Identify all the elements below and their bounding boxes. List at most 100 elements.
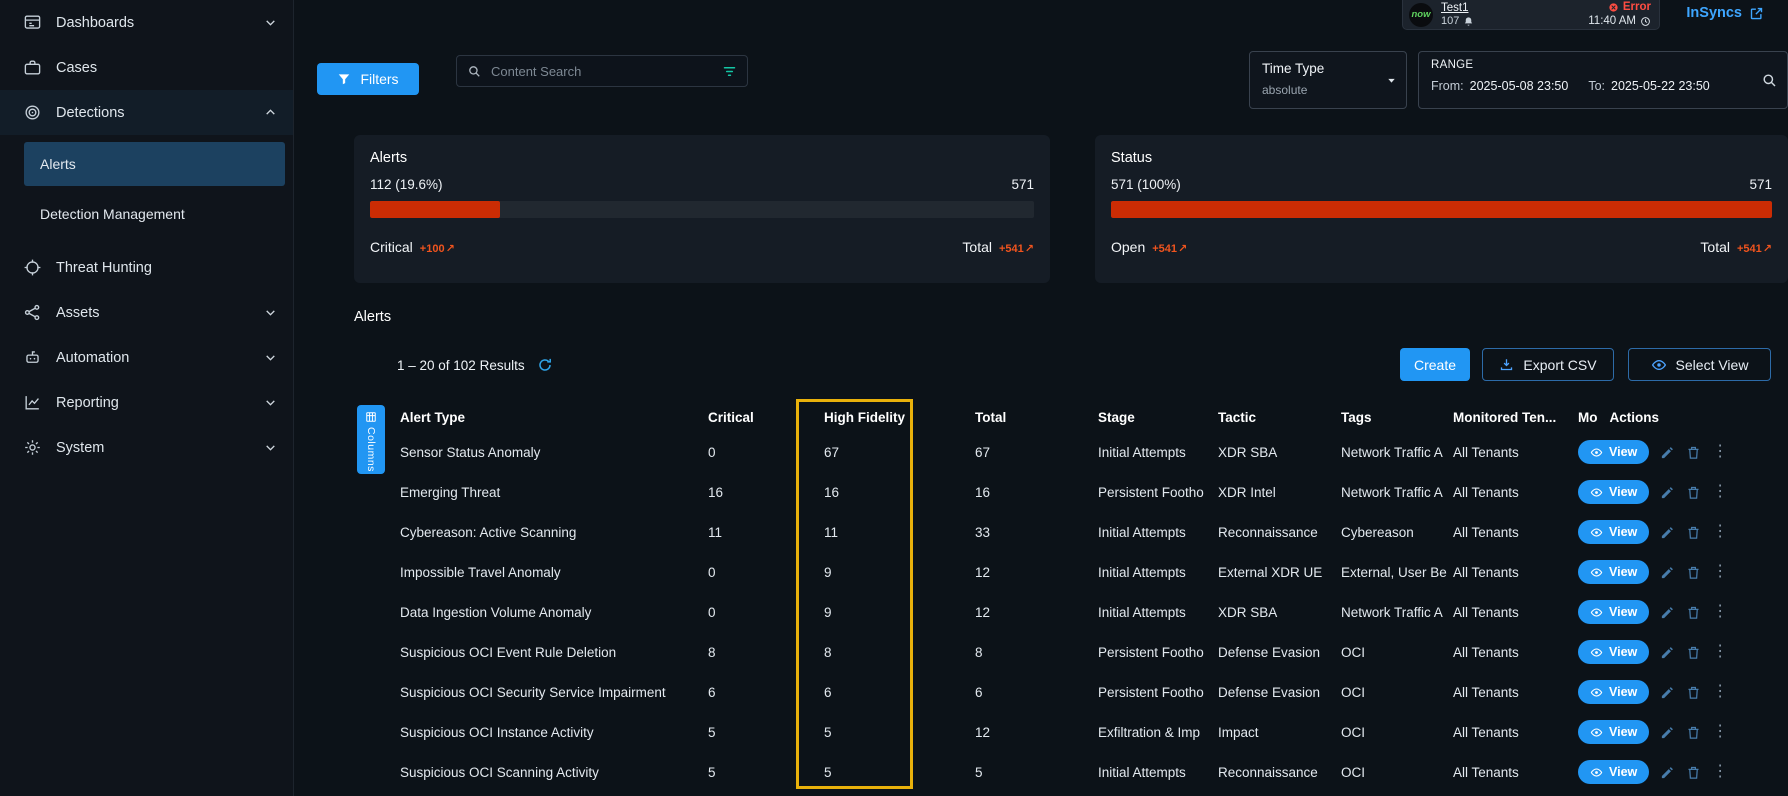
cell-alert-type: Sensor Status Anomaly — [400, 445, 708, 460]
filters-button[interactable]: Filters — [317, 63, 419, 95]
sidebar-item-assets[interactable]: Assets — [0, 290, 293, 335]
view-button[interactable]: View — [1578, 560, 1649, 584]
status-info: Error 11:40 AM — [1588, 1, 1651, 28]
sidebar-item-threat-hunting[interactable]: Threat Hunting — [0, 245, 293, 290]
cell-high-fidelity: 11 — [824, 525, 975, 540]
sidebar-item-alerts[interactable]: Alerts — [24, 142, 285, 186]
header-tactic[interactable]: Tactic — [1218, 410, 1341, 425]
bell-icon[interactable] — [1463, 16, 1474, 27]
view-button[interactable]: View — [1578, 520, 1649, 544]
header-stage[interactable]: Stage — [1098, 410, 1218, 425]
more-options-icon[interactable]: ⋮ — [1712, 764, 1728, 780]
username[interactable]: Test1 — [1441, 2, 1474, 15]
table-row[interactable]: Sensor Status Anomaly 0 67 67 Initial At… — [400, 432, 1760, 472]
eye-icon — [1590, 686, 1603, 699]
delta-value: +541 — [999, 243, 1024, 255]
cell-monitored-tenants: All Tenants — [1453, 725, 1578, 740]
edit-pencil-icon[interactable] — [1660, 485, 1675, 500]
cell-monitored-tenants: All Tenants — [1453, 685, 1578, 700]
view-button[interactable]: View — [1578, 600, 1649, 624]
eye-icon — [1590, 726, 1603, 739]
edit-pencil-icon[interactable] — [1660, 445, 1675, 460]
table-row[interactable]: Suspicious OCI Event Rule Deletion 8 8 8… — [400, 632, 1760, 672]
time-range-picker[interactable]: RANGE From: 2025-05-08 23:50 To: 2025-05… — [1418, 51, 1788, 109]
table-row[interactable]: Cybereason: Active Scanning 11 11 33 Ini… — [400, 512, 1760, 552]
header-total[interactable]: Total — [975, 410, 1098, 425]
cell-high-fidelity: 67 — [824, 445, 975, 460]
range-search-icon[interactable] — [1761, 72, 1777, 88]
delete-trash-icon[interactable] — [1686, 685, 1701, 700]
edit-pencil-icon[interactable] — [1660, 685, 1675, 700]
view-button[interactable]: View — [1578, 680, 1649, 704]
delete-trash-icon[interactable] — [1686, 445, 1701, 460]
header-critical[interactable]: Critical — [708, 410, 824, 425]
table-row[interactable]: Data Ingestion Volume Anomaly 0 9 12 Ini… — [400, 592, 1760, 632]
view-button[interactable]: View — [1578, 720, 1649, 744]
create-button[interactable]: Create — [1400, 348, 1470, 381]
edit-pencil-icon[interactable] — [1660, 645, 1675, 660]
time-type-dropdown[interactable]: Time Type absolute — [1249, 51, 1407, 109]
edit-pencil-icon[interactable] — [1660, 565, 1675, 580]
select-view-button[interactable]: Select View — [1628, 348, 1771, 381]
cell-high-fidelity: 16 — [824, 485, 975, 500]
sidebar-item-reporting[interactable]: Reporting — [0, 380, 293, 425]
view-label: View — [1609, 685, 1637, 699]
edit-pencil-icon[interactable] — [1660, 605, 1675, 620]
account-widget[interactable]: now Test1 107 Error 11:40 AM — [1402, 0, 1660, 30]
edit-pencil-icon[interactable] — [1660, 725, 1675, 740]
cell-alert-type: Emerging Threat — [400, 485, 708, 500]
view-button[interactable]: View — [1578, 760, 1649, 784]
create-label: Create — [1414, 357, 1456, 373]
header-monitored-tenants[interactable]: Monitored Ten... — [1453, 410, 1578, 425]
edit-pencil-icon[interactable] — [1660, 525, 1675, 540]
delete-trash-icon[interactable] — [1686, 565, 1701, 580]
chevron-down-icon — [264, 396, 277, 409]
view-button[interactable]: View — [1578, 440, 1649, 464]
more-options-icon[interactable]: ⋮ — [1712, 524, 1728, 540]
delta-value: +100 — [420, 243, 445, 255]
delete-trash-icon[interactable] — [1686, 605, 1701, 620]
columns-button[interactable]: Columns — [357, 405, 385, 474]
more-options-icon[interactable]: ⋮ — [1712, 484, 1728, 500]
sidebar-item-detections[interactable]: Detections — [0, 90, 293, 135]
sidebar-item-detection-management[interactable]: Detection Management — [24, 192, 285, 236]
delete-trash-icon[interactable] — [1686, 525, 1701, 540]
more-options-icon[interactable]: ⋮ — [1712, 444, 1728, 460]
delete-trash-icon[interactable] — [1686, 765, 1701, 780]
cell-actions: View ⋮ — [1578, 680, 1760, 704]
table-row[interactable]: Impossible Travel Anomaly 0 9 12 Initial… — [400, 552, 1760, 592]
sidebar-item-cases[interactable]: Cases — [0, 45, 293, 90]
sidebar-item-dashboards[interactable]: Dashboards — [0, 0, 293, 45]
more-options-icon[interactable]: ⋮ — [1712, 564, 1728, 580]
more-options-icon[interactable]: ⋮ — [1712, 644, 1728, 660]
sidebar-item-automation[interactable]: Automation — [0, 335, 293, 380]
insyncs-link[interactable]: InSyncs — [1686, 5, 1764, 21]
cell-alert-type: Suspicious OCI Instance Activity — [400, 725, 708, 740]
more-options-icon[interactable]: ⋮ — [1712, 684, 1728, 700]
header-tags[interactable]: Tags — [1341, 410, 1453, 425]
edit-pencil-icon[interactable] — [1660, 765, 1675, 780]
refresh-icon[interactable] — [537, 357, 553, 373]
view-button[interactable]: View — [1578, 640, 1649, 664]
header-high-fidelity[interactable]: High Fidelity — [824, 410, 975, 425]
search-input[interactable] — [489, 63, 714, 80]
delete-trash-icon[interactable] — [1686, 725, 1701, 740]
sidebar-item-system[interactable]: System — [0, 425, 293, 470]
cell-monitored-tenants: All Tenants — [1453, 445, 1578, 460]
cell-high-fidelity: 5 — [824, 725, 975, 740]
cell-total: 8 — [975, 645, 1098, 660]
delete-trash-icon[interactable] — [1686, 645, 1701, 660]
more-options-icon[interactable]: ⋮ — [1712, 724, 1728, 740]
view-button[interactable]: View — [1578, 480, 1649, 504]
header-alert-type[interactable]: Alert Type — [400, 410, 708, 425]
filter-lines-icon[interactable] — [722, 64, 737, 79]
header-mo[interactable]: Mo — [1578, 410, 1598, 425]
delete-trash-icon[interactable] — [1686, 485, 1701, 500]
table-row[interactable]: Suspicious OCI Instance Activity 5 5 12 … — [400, 712, 1760, 752]
table-row[interactable]: Suspicious OCI Security Service Impairme… — [400, 672, 1760, 712]
more-options-icon[interactable]: ⋮ — [1712, 604, 1728, 620]
table-row[interactable]: Emerging Threat 16 16 16 Persistent Foot… — [400, 472, 1760, 512]
export-csv-button[interactable]: Export CSV — [1482, 348, 1614, 381]
table-row[interactable]: Suspicious OCI Scanning Activity 5 5 5 I… — [400, 752, 1760, 792]
cell-critical: 8 — [708, 645, 824, 660]
